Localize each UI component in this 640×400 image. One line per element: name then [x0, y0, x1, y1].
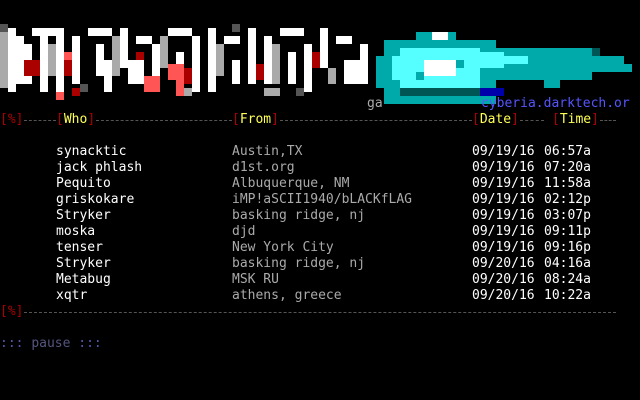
call-date: 09/19/16	[472, 176, 535, 191]
header-who: Who	[63, 112, 88, 127]
call-date: 09/19/16	[472, 144, 535, 159]
call-date: 09/19/16	[472, 192, 535, 207]
list-item: Stryker basking ridge, nj 09/19/16 03:07…	[0, 208, 640, 224]
call-date: 09/19/16	[472, 160, 535, 175]
call-date: 09/19/16	[472, 224, 535, 239]
header-from: From	[239, 112, 272, 127]
caller-name: synacktic	[56, 144, 127, 159]
call-time: 06:57a	[544, 144, 591, 159]
call-date: 09/19/16	[472, 208, 535, 223]
list-item: griskokare iMP!aSCII1940/bLACKfLAG 09/19…	[0, 192, 640, 208]
call-time: 03:07p	[544, 208, 591, 223]
list-item: moska djd 09/19/16 09:11p	[0, 224, 640, 240]
caller-name: Stryker	[56, 208, 111, 223]
header-corner: %	[7, 112, 16, 127]
pause-label: pause	[31, 336, 71, 351]
pause-prompt[interactable]: ::: pause :::	[0, 336, 102, 352]
call-date: 09/20/16	[472, 288, 535, 303]
caller-name: jack phlash	[56, 160, 143, 175]
footer-divider-row: [%]	[0, 304, 640, 320]
list-item: synacktic Austin,TX 09/19/16 06:57a	[0, 144, 640, 160]
call-time: 08:24a	[544, 272, 591, 287]
list-item: tenser New York City 09/19/16 09:16p	[0, 240, 640, 256]
call-time: 09:11p	[544, 224, 591, 239]
list-item: jack phlash d1st.org 09/19/16 07:20a	[0, 160, 640, 176]
list-item: Metabug MSK RU 09/20/16 08:24a	[0, 272, 640, 288]
list-item: Pequito Albuquerque, NM 09/19/16 11:58a	[0, 176, 640, 192]
caller-location: d1st.org	[232, 160, 295, 175]
banner-url: cyberia.darktech.or	[481, 96, 630, 111]
call-time: 04:16a	[544, 256, 591, 271]
caller-name: moska	[56, 224, 96, 239]
caller-name: xqtr	[56, 288, 88, 303]
caller-name: tenser	[56, 240, 103, 255]
caller-name: Metabug	[56, 272, 111, 287]
caller-location: Austin,TX	[232, 144, 303, 159]
footer-divider	[24, 312, 616, 313]
header-date: Date	[479, 112, 512, 127]
header-time: Time	[559, 112, 592, 127]
footer-corner: %	[7, 304, 16, 319]
caller-location: basking ridge, nj	[232, 208, 366, 223]
call-date: 09/20/16	[472, 256, 535, 271]
prompt-dots-left: :::	[0, 336, 24, 351]
caller-name: griskokare	[56, 192, 135, 207]
call-time: 10:22a	[544, 288, 591, 303]
caller-location: basking ridge, nj	[232, 256, 366, 271]
caller-location: New York City	[232, 240, 334, 255]
call-date: 09/19/16	[472, 240, 535, 255]
banner-tag: ga	[367, 96, 383, 111]
caller-name: Pequito	[56, 176, 111, 191]
list-item: xqtr athens, greece 09/20/16 10:22a	[0, 288, 640, 304]
caller-location: Albuquerque, NM	[232, 176, 350, 191]
caller-location: djd	[232, 224, 256, 239]
header-divider	[520, 120, 544, 121]
header-divider	[280, 120, 472, 121]
header-divider	[96, 120, 232, 121]
call-date: 09/20/16	[472, 272, 535, 287]
header-divider	[24, 120, 56, 121]
caller-location: MSK RU	[232, 272, 279, 287]
list-item: Stryker basking ridge, nj 09/20/16 04:16…	[0, 256, 640, 272]
prompt-dots-right: :::	[78, 336, 102, 351]
column-header: [%] [Who] [From] [Date] [Time]	[0, 112, 640, 128]
call-time: 11:58a	[544, 176, 591, 191]
call-time: 02:12p	[544, 192, 591, 207]
call-time: 09:16p	[544, 240, 591, 255]
caller-location: athens, greece	[232, 288, 342, 303]
call-time: 07:20a	[544, 160, 591, 175]
caller-name: Stryker	[56, 256, 111, 271]
header-divider	[600, 120, 616, 121]
caller-location: iMP!aSCII1940/bLACKfLAG	[232, 192, 413, 207]
